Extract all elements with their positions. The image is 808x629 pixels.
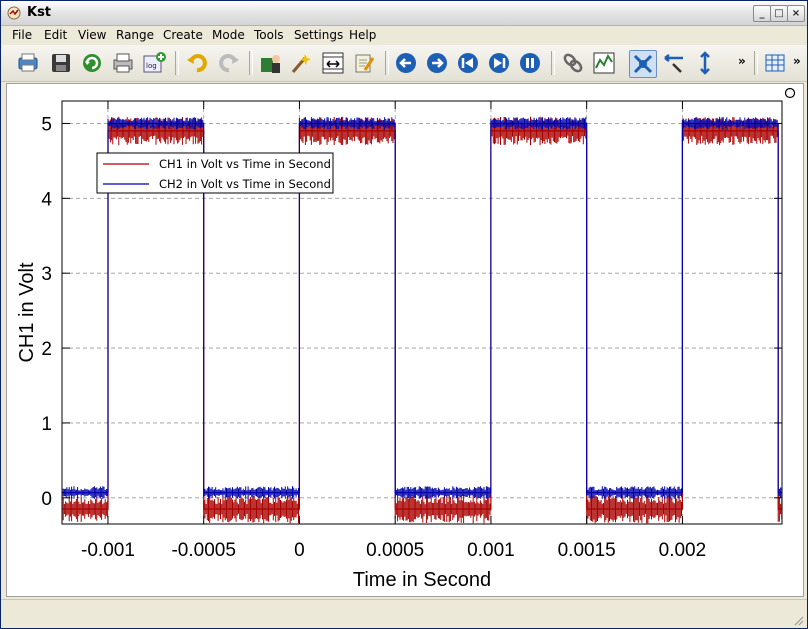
x-tick-label: -0.001 [81, 540, 135, 561]
layout-button[interactable] [661, 50, 687, 76]
next-button[interactable] [486, 50, 512, 76]
printer-icon [113, 53, 133, 73]
previous-icon [458, 53, 478, 73]
plot-wizard-button[interactable] [320, 50, 346, 76]
data-manager-icon [261, 55, 280, 73]
reload-button[interactable] [79, 50, 105, 76]
pause-icon [520, 53, 540, 73]
x-tick-label: -0.0005 [171, 540, 235, 561]
status-bar [1, 599, 807, 628]
menu-tools[interactable]: Tools [254, 28, 284, 42]
toolbar-separator [754, 51, 758, 75]
x-tick-label: 0.001 [467, 540, 515, 561]
legend-label-ch1: CH1 in Volt vs Time in Second [159, 157, 331, 171]
menu-create[interactable]: Create [163, 28, 203, 42]
previous-button[interactable] [455, 50, 481, 76]
plot-area[interactable]: -0.001 -0.0005 0 0.0005 0.001 0.0015 0.002 0 1 2… [6, 83, 804, 597]
reload-icon [83, 54, 101, 72]
forward-icon [427, 53, 447, 73]
data-manager-button[interactable] [258, 50, 284, 76]
save-button[interactable] [48, 50, 74, 76]
menu-help[interactable]: Help [349, 28, 376, 42]
y-tick-label: 3 [41, 264, 52, 285]
log-button[interactable]: log [141, 50, 167, 76]
next-icon [489, 53, 509, 73]
toolbar-separator [249, 51, 253, 75]
legend-label-ch2: CH2 in Volt vs Time in Second [159, 177, 331, 191]
plot-corner-handle[interactable] [784, 87, 796, 99]
chart-icon [593, 52, 615, 74]
toolbar-separator [175, 51, 179, 75]
x-tick-label: 0.0005 [366, 540, 424, 561]
data-wizard-icon [291, 54, 311, 73]
redo-icon [219, 54, 239, 73]
link-icon [563, 53, 583, 73]
print-icon [18, 53, 38, 72]
link-button[interactable] [560, 50, 586, 76]
window-title: Kst [27, 5, 52, 20]
data-wizard-button[interactable] [289, 50, 315, 76]
layout-icon [664, 54, 683, 73]
edit-icon [355, 54, 375, 73]
minimize-button[interactable]: _ [753, 5, 771, 22]
plot-wizard-icon [322, 52, 344, 74]
pan-icon [700, 51, 710, 75]
menu-bar: File Edit View Range Create Mode Tools S… [1, 26, 807, 45]
legend: CH1 in Volt vs Time in Second CH2 in Vol… [96, 152, 334, 194]
toolbar: log » » [1, 45, 807, 82]
table-button[interactable] [762, 50, 788, 76]
redo-button[interactable] [216, 50, 242, 76]
y-tick-label: 4 [41, 189, 52, 210]
chart-button[interactable] [591, 50, 617, 76]
toolbar-overflow-2[interactable]: » [793, 54, 801, 68]
kst-app-icon [7, 6, 21, 20]
log-icon: log [143, 52, 166, 73]
table-icon [765, 54, 785, 72]
zoom-mode-icon [633, 54, 653, 74]
undo-icon [187, 54, 207, 73]
title-bar: Kst _ □ × [1, 1, 807, 26]
toolbar-overflow[interactable]: » [738, 54, 746, 68]
menu-view[interactable]: View [78, 28, 106, 42]
toolbar-separator [385, 51, 389, 75]
x-tick-label: 0 [294, 540, 305, 561]
back-icon [396, 53, 416, 73]
print-button[interactable] [15, 50, 41, 76]
menu-settings[interactable]: Settings [294, 28, 343, 42]
forward-button[interactable] [424, 50, 450, 76]
pan-button[interactable] [692, 50, 718, 76]
back-button[interactable] [393, 50, 419, 76]
line-chart[interactable]: -0.001 -0.0005 0 0.0005 0.001 0.0015 0.002 0 1 2… [7, 84, 803, 596]
y-tick-label: 5 [41, 114, 52, 135]
undo-button[interactable] [184, 50, 210, 76]
printer-button[interactable] [110, 50, 136, 76]
menu-mode[interactable]: Mode [212, 28, 245, 42]
toolbar-separator [551, 51, 555, 75]
edit-button[interactable] [351, 50, 377, 76]
y-axis-label: CH1 in Volt [16, 262, 38, 362]
menu-edit[interactable]: Edit [44, 28, 67, 42]
y-tick-label: 2 [41, 339, 52, 360]
zoom-mode-button[interactable] [629, 50, 657, 78]
kst-window: Kst _ □ × File Edit View Range Create Mo… [0, 0, 808, 629]
x-tick-label: 0.0015 [558, 540, 616, 561]
menu-file[interactable]: File [12, 28, 32, 42]
maximize-button[interactable]: □ [770, 5, 788, 22]
menu-range[interactable]: Range [116, 28, 154, 42]
pause-button[interactable] [517, 50, 543, 76]
y-tick-label: 0 [41, 489, 52, 510]
y-tick-label: 1 [41, 414, 52, 435]
close-button[interactable]: × [787, 5, 805, 22]
x-axis-label: Time in Second [353, 569, 491, 591]
save-icon [52, 54, 70, 72]
x-tick-label: 0.002 [659, 540, 707, 561]
resize-grip-icon[interactable] [792, 614, 804, 626]
svg-text:log: log [146, 62, 157, 70]
